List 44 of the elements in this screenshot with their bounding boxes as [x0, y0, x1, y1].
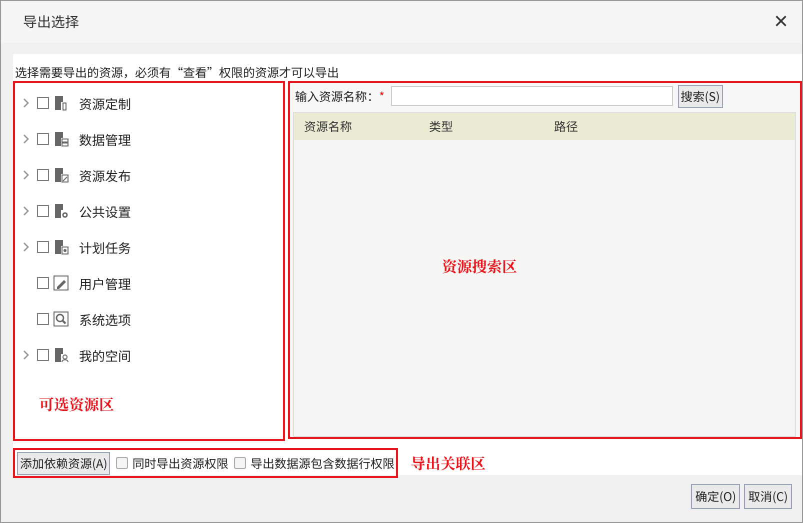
search-field[interactable] [390, 86, 673, 106]
checkbox[interactable] [37, 241, 49, 253]
instruction-text: 选择需要导出的资源，必须有“查看”权限的资源才可以导出 [14, 63, 340, 81]
annotation-label: 导出关联区 [410, 452, 486, 474]
required-mark: * [379, 88, 385, 104]
checkbox[interactable] [37, 97, 49, 109]
tree-item[interactable]: 计划任务 [79, 238, 132, 256]
document-icon [53, 131, 69, 147]
column-header: 路径 [554, 118, 580, 135]
annotation-label: 可选资源区 [39, 394, 114, 415]
checkbox[interactable] [234, 457, 246, 469]
document-icon [53, 239, 69, 255]
checkbox[interactable] [37, 133, 49, 145]
window-title: 导出选择 [23, 12, 79, 32]
document-icon [53, 95, 69, 111]
tree-item[interactable]: 公共设置 [79, 202, 132, 220]
document-icon [53, 167, 69, 183]
checkbox[interactable] [37, 349, 49, 361]
close-button[interactable]: × [774, 10, 788, 34]
document-icon [53, 347, 69, 363]
checkbox[interactable] [37, 169, 49, 181]
tree-item[interactable]: 资源发布 [79, 166, 132, 184]
annotation-label: 资源搜索区 [442, 256, 517, 279]
column-header: 资源名称 [304, 118, 354, 135]
search-button[interactable]: 搜索(S) [678, 84, 723, 108]
pencil-icon [53, 275, 69, 291]
search-label: 输入资源名称： [295, 88, 380, 104]
checkbox[interactable] [37, 313, 49, 325]
document-icon [53, 203, 69, 219]
checkbox-label: 导出数据源包含数据行权限 [250, 454, 394, 472]
tree-item[interactable]: 我的空间 [79, 346, 132, 364]
magnifier-icon [53, 311, 69, 327]
add-dependency-button[interactable]: 添加依赖资源(A) [17, 452, 110, 474]
tree-item[interactable]: 数据管理 [79, 130, 132, 148]
checkbox[interactable] [37, 205, 49, 217]
checkbox[interactable] [116, 457, 128, 469]
tree-item[interactable]: 资源定制 [79, 94, 132, 112]
checkbox-label: 同时导出资源权限 [132, 454, 228, 472]
dialog-button[interactable]: 确定(O) [691, 484, 740, 509]
dialog-button[interactable]: 取消(C) [744, 484, 792, 509]
tree-item[interactable]: 系统选项 [79, 310, 132, 328]
column-header: 类型 [429, 118, 454, 135]
checkbox[interactable] [37, 277, 49, 289]
tree-item[interactable]: 用户管理 [79, 274, 132, 292]
